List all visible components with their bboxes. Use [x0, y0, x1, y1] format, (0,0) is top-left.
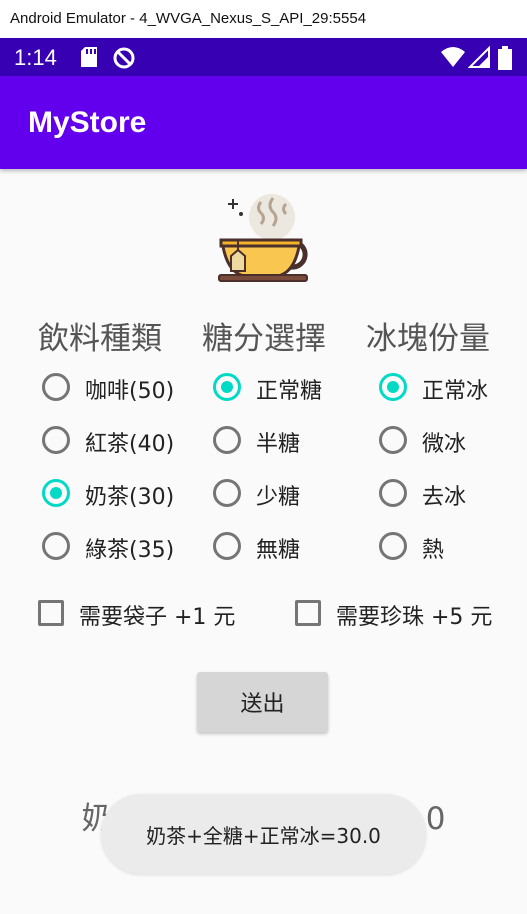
- submit-button[interactable]: 送出: [197, 672, 328, 732]
- radio-button[interactable]: [213, 532, 241, 560]
- radio-button[interactable]: [213, 479, 241, 507]
- radio-label: 奶茶(30): [85, 485, 175, 510]
- radio-button[interactable]: [379, 373, 407, 401]
- app-title: MyStore: [28, 106, 147, 139]
- signal-icon: [468, 46, 490, 68]
- radio-label: 綠茶(35): [85, 538, 175, 563]
- radio-button[interactable]: [42, 426, 70, 454]
- radio-button[interactable]: [379, 532, 407, 560]
- status-bar: 1:14: [0, 38, 527, 76]
- radio-button[interactable]: [42, 532, 70, 560]
- radio-button[interactable]: [379, 426, 407, 454]
- battery-icon: [498, 46, 512, 70]
- tea-cup-icon: [218, 194, 308, 282]
- radio-label: 咖啡(50): [85, 379, 175, 404]
- radio-button[interactable]: [379, 479, 407, 507]
- wifi-icon: [441, 47, 465, 67]
- checkbox-box[interactable]: [38, 600, 64, 626]
- checkbox-label: 需要袋子 +1 元: [79, 605, 236, 630]
- ice-header: 冰塊份量: [366, 321, 490, 357]
- app-bar: MyStore: [0, 76, 527, 169]
- radio-button[interactable]: [42, 479, 70, 507]
- radio-label: 少糖: [256, 485, 301, 510]
- radio-button[interactable]: [42, 373, 70, 401]
- radio-label: 正常冰: [422, 379, 489, 404]
- status-time: 1:14: [14, 45, 57, 70]
- sugar-header: 糖分選擇: [202, 321, 326, 357]
- drink-type-header: 飲料種類: [38, 321, 162, 357]
- checkbox-box[interactable]: [295, 600, 321, 626]
- radio-button[interactable]: [213, 426, 241, 454]
- radio-label: 微冰: [422, 432, 467, 457]
- toast: 奶茶+全糖+正常冰=30.0: [101, 794, 426, 874]
- toast-text: 奶茶+全糖+正常冰=30.0: [146, 824, 381, 848]
- emulator-window-title: Android Emulator - 4_WVGA_Nexus_S_API_29…: [0, 0, 527, 38]
- radio-label: 熱: [422, 538, 445, 563]
- radio-label: 無糖: [256, 538, 301, 563]
- checkbox-label: 需要珍珠 +5 元: [336, 605, 493, 630]
- no-sync-icon: [113, 47, 135, 69]
- sd-card-icon: [81, 47, 97, 67]
- radio-label: 半糖: [256, 432, 301, 457]
- radio-button[interactable]: [213, 373, 241, 401]
- radio-label: 正常糖: [256, 379, 323, 404]
- radio-label: 去冰: [422, 485, 467, 510]
- radio-label: 紅茶(40): [85, 432, 175, 457]
